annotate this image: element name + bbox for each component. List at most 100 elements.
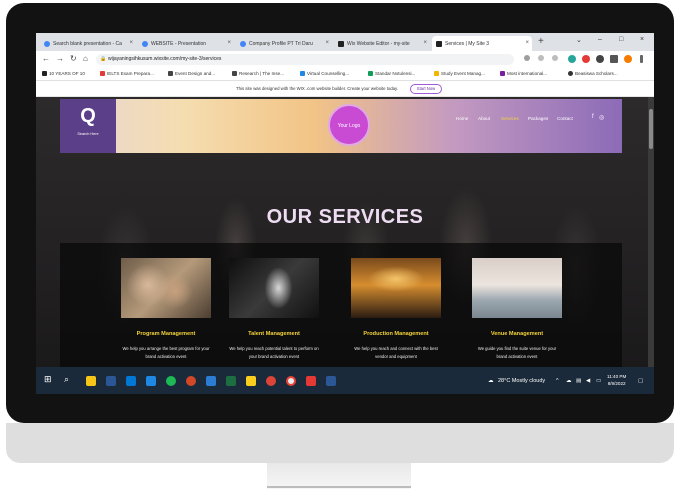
file-explorer-icon[interactable] [86, 376, 96, 386]
bookmark-icon [42, 71, 47, 76]
tab-company-profile[interactable]: Company Profile PT Tri Daru × [236, 36, 332, 51]
bookmark-item[interactable]: Most international... [500, 71, 547, 76]
taskbar-clock[interactable]: 11:40 PM 8/9/2022 [607, 374, 626, 388]
instagram-icon[interactable]: ◎ [599, 114, 604, 121]
close-icon[interactable]: × [525, 40, 529, 46]
share-icon[interactable] [538, 55, 544, 61]
search-icon[interactable] [524, 55, 530, 61]
close-window-button[interactable]: × [640, 36, 644, 43]
maximize-button[interactable]: □ [619, 36, 623, 43]
tab-search-blank-presentation[interactable]: Search blank presentation - Ca × [40, 36, 136, 51]
service-card-program: Program Management We help you arrange t… [121, 258, 211, 361]
close-icon[interactable]: × [325, 40, 329, 46]
service-card-production: Production Management We help you reach … [351, 258, 441, 361]
powerpoint-icon[interactable] [186, 376, 196, 386]
site-logo-text: Your Logo [337, 123, 361, 129]
browser-toolbar: ← → ↻ ⌂ 🔒 wijayaningsihkusum.wixsite.com… [36, 51, 654, 68]
tab-services-my-site[interactable]: Services | My Site 3 × [432, 36, 532, 51]
taskview-icon[interactable] [106, 376, 116, 386]
new-tab-button[interactable]: + [538, 36, 544, 47]
notification-icon[interactable]: ▢ [638, 378, 643, 384]
acrobat-icon[interactable] [306, 376, 316, 386]
nav-contact[interactable]: Contact [557, 116, 573, 121]
sidepanel-icon[interactable] [610, 55, 618, 63]
site-logo[interactable]: Your Logo [328, 104, 370, 146]
volume-icon[interactable]: ◀ [586, 378, 590, 384]
battery-icon[interactable]: ▭ [596, 378, 601, 384]
tab-label: Wix Website Editor - my-site [347, 40, 410, 47]
bookmark-icon [568, 71, 573, 76]
search-icon[interactable]: ⌕ [64, 374, 69, 385]
menu-icon[interactable] [640, 55, 643, 63]
bookmark-item[interactable]: Event Design and... [168, 71, 215, 76]
page-title: OUR SERVICES [266, 206, 424, 228]
tab-label: Company Profile PT Tri Daru [249, 40, 313, 47]
chrome-icon[interactable] [266, 376, 276, 386]
nav-about[interactable]: About [478, 116, 490, 121]
bookmark-icon [368, 71, 373, 76]
bookmark-item[interactable]: Virtual Counselling... [300, 71, 349, 76]
chevron-down-icon[interactable]: ⌄ [576, 36, 582, 44]
website-viewport: Q Search Here Your Logo Home About Servi… [36, 97, 654, 367]
bookmark-item[interactable]: 10 YEARS OF 10 [42, 71, 85, 76]
reload-icon[interactable]: ↻ [70, 54, 77, 63]
bookmark-item[interactable]: Standar Notulensi... [368, 71, 415, 76]
home-icon[interactable]: ⌂ [83, 54, 88, 63]
tab-wix-editor[interactable]: Wix Website Editor - my-site × [334, 36, 430, 51]
bookmark-item[interactable]: IELTS Exam Prepara... [100, 71, 154, 76]
back-icon[interactable]: ← [42, 54, 50, 63]
wix-banner-text: This site was designed with the WIX .com… [236, 86, 399, 91]
photos-icon[interactable] [326, 376, 336, 386]
service-description: We help you arrange the best program for… [122, 346, 210, 359]
google-icon [142, 40, 148, 47]
search-logo[interactable]: Q Search Here [60, 99, 116, 153]
start-now-button[interactable]: Start Now [410, 84, 442, 94]
close-icon[interactable]: × [227, 40, 231, 46]
bookmark-icon [500, 71, 505, 76]
service-photo [472, 258, 562, 318]
close-icon[interactable]: × [423, 40, 427, 46]
google-icon [44, 40, 50, 47]
star-icon[interactable] [552, 55, 558, 61]
bookmark-item[interactable]: Research | The Inse... [232, 71, 284, 76]
nav-packages[interactable]: Packages [528, 116, 548, 121]
sticky-notes-icon[interactable] [246, 376, 256, 386]
bookmark-icon [434, 71, 439, 76]
bookmark-item[interactable]: Study Event Manag... [434, 71, 485, 76]
excel-icon[interactable] [226, 376, 236, 386]
word-icon[interactable] [206, 376, 216, 386]
forward-icon[interactable]: → [56, 54, 64, 63]
avatar[interactable] [624, 55, 632, 63]
screen: Search blank presentation - Ca × WEBSITE… [36, 33, 654, 394]
nav-services[interactable]: Services [501, 116, 519, 121]
scrollbar-thumb[interactable] [649, 109, 653, 149]
extension-icon[interactable] [582, 55, 590, 63]
url-text: wijayaningsihkusum.wixsite.com/my-site-3… [108, 56, 222, 62]
extension-icon[interactable] [568, 55, 576, 63]
facebook-icon[interactable]: f [592, 114, 594, 120]
store-icon[interactable] [126, 376, 136, 386]
windows-start-icon[interactable]: ⊞ [44, 374, 52, 385]
logo-subtext: Search Here [77, 132, 99, 136]
network-icon[interactable]: ▤ [576, 378, 581, 384]
tab-website-presentation[interactable]: WEBSITE - Presentation × [138, 36, 234, 51]
google-icon [240, 40, 246, 47]
nav-home[interactable]: Home [456, 116, 468, 121]
service-title: Talent Management [248, 331, 300, 337]
close-icon[interactable]: × [129, 40, 133, 46]
onedrive-icon[interactable]: ☁ [566, 378, 572, 384]
bookmarks-bar: 10 YEARS OF 10 IELTS Exam Prepara... Eve… [36, 68, 654, 81]
address-bar[interactable]: 🔒 wijayaningsihkusum.wixsite.com/my-site… [96, 54, 514, 65]
minimize-button[interactable]: – [598, 36, 602, 43]
monitor-chin [6, 423, 674, 463]
bookmark-item[interactable]: Beasiswa Scholars... [568, 71, 618, 76]
bookmark-icon [232, 71, 237, 76]
service-photo [121, 258, 211, 318]
mail-icon[interactable] [146, 376, 156, 386]
chrome-active-icon[interactable] [286, 376, 296, 386]
weather-widget[interactable]: 28°C Mostly cloudy [498, 378, 545, 384]
browser-tabstrip: Search blank presentation - Ca × WEBSITE… [36, 33, 654, 51]
puzzle-icon[interactable] [596, 55, 604, 63]
tray-overflow-icon[interactable]: ^ [556, 378, 559, 384]
spotify-icon[interactable] [166, 376, 176, 386]
